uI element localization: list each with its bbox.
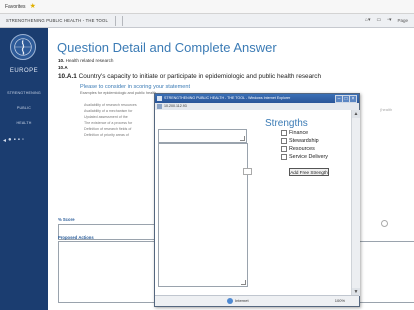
- instruction-title: Please to consider in scoring your state…: [80, 84, 191, 90]
- checkbox-resources[interactable]: Resources: [281, 146, 315, 152]
- person-icon[interactable]: ●: [8, 137, 12, 144]
- command-bar: ⌂▾ ▭ ▫▾ Page: [365, 17, 408, 23]
- instruction-subtitle: Examples for epidemiologic and public he…: [80, 91, 157, 95]
- breadcrumb-code: 10.: [58, 58, 65, 63]
- checkbox-icon[interactable]: [281, 130, 287, 136]
- list-item: Availability of research resources: [84, 103, 137, 107]
- strengths-popup-window: STRENGTHENING PUBLIC HEALTH - THE TOOL -…: [154, 93, 360, 307]
- browser-tab-title[interactable]: STRENGTHENING PUBLIC HEALTH - THE TOOL: [6, 18, 108, 23]
- scroll-up-icon[interactable]: ▲: [352, 110, 360, 118]
- zoom-level[interactable]: 100%: [335, 298, 345, 303]
- add-free-strength-button[interactable]: Add Free Strength: [289, 168, 329, 176]
- breadcrumb-code: 10.A: [58, 65, 68, 70]
- favorites-bar: Favorites ★: [0, 0, 414, 14]
- sidebar-item-public[interactable]: PUBLIC: [0, 106, 48, 110]
- right-note: (health: [380, 107, 393, 112]
- page-icon: [157, 104, 162, 109]
- list-item: Definition of research fields of: [84, 127, 132, 131]
- checkbox-icon[interactable]: [281, 138, 287, 144]
- document-icon[interactable]: ▪: [14, 137, 16, 144]
- popup-body: Strengths Finance Stewardship Resources …: [155, 110, 351, 296]
- list-item: Definition of priority areas of: [84, 133, 129, 137]
- checkbox-finance[interactable]: Finance: [281, 130, 308, 136]
- tab-separator: [115, 16, 116, 26]
- sidebar-toolbar: ◂ ● ▪ ▪ ▫: [3, 137, 45, 144]
- tab-bar: STRENGTHENING PUBLIC HEALTH - THE TOOL ⌂…: [0, 14, 414, 28]
- sidebar: EUROPE STRENGTHENING PUBLIC HEALTH ◂ ● ▪…: [0, 28, 48, 310]
- breadcrumb-text: Health related research: [65, 58, 114, 63]
- strength-input[interactable]: [158, 129, 247, 143]
- internet-zone-icon: [227, 298, 233, 304]
- list-item: The existence of a process for: [84, 121, 133, 125]
- checkbox-label: Stewardship: [289, 138, 319, 144]
- breadcrumb-level-2: 10.A: [58, 65, 68, 70]
- list-item: Availability of a mechanism for: [84, 109, 133, 113]
- info-icon[interactable]: [381, 220, 388, 227]
- feeds-icon[interactable]: ▫▾: [387, 17, 391, 23]
- checkbox-service-delivery[interactable]: Service Delivery: [281, 154, 328, 160]
- screenshot: Favorites ★ STRENGTHENING PUBLIC HEALTH …: [0, 0, 414, 310]
- question-text: 10.A.1 Country's capacity to initiate or…: [58, 73, 321, 80]
- checkbox-icon[interactable]: [281, 154, 287, 160]
- actions-label: Proposed Actions: [58, 235, 94, 240]
- resize-grip-icon[interactable]: [241, 280, 246, 285]
- popup-status-bar: Internet 100%: [155, 295, 359, 306]
- page-title: Question Detail and Complete Answer: [57, 40, 277, 55]
- print-icon[interactable]: ▭: [376, 17, 381, 23]
- small-field[interactable]: [243, 168, 252, 175]
- back-icon[interactable]: ◂: [3, 137, 6, 144]
- help-icon[interactable]: ▫: [22, 137, 24, 144]
- question-body: Country's capacity to initiate or partic…: [78, 73, 322, 80]
- question-code: 10.A.1: [58, 73, 77, 80]
- ie-icon: [157, 96, 162, 101]
- page-menu[interactable]: Page: [397, 18, 408, 23]
- sidebar-item-health[interactable]: HEALTH: [0, 121, 48, 125]
- home-icon[interactable]: ⌂▾: [365, 17, 371, 23]
- checkbox-icon[interactable]: [281, 146, 287, 152]
- checkbox-label: Finance: [289, 130, 309, 136]
- favorites-label[interactable]: Favorites: [5, 4, 26, 10]
- favorites-star-icon[interactable]: ★: [30, 3, 36, 10]
- popup-address[interactable]: 10.200.112.93: [164, 104, 187, 108]
- checkbox-label: Resources: [289, 146, 315, 152]
- close-icon[interactable]: ×: [349, 95, 357, 103]
- popup-title: STRENGTHENING PUBLIC HEALTH - THE TOOL -…: [164, 96, 291, 100]
- breadcrumb-level-1: 10. Health related research: [58, 58, 113, 63]
- org-region-label: EUROPE: [9, 68, 39, 74]
- checkbox-label: Service Delivery: [289, 154, 328, 160]
- score-label: % Score: [58, 217, 75, 222]
- sidebar-item-strengthening[interactable]: STRENGTHENING: [0, 91, 48, 95]
- checkbox-stewardship[interactable]: Stewardship: [281, 138, 319, 144]
- zone-label: Internet: [235, 298, 249, 303]
- print-icon[interactable]: ▪: [18, 137, 20, 144]
- popup-scrollbar[interactable]: ▲ ▼: [351, 110, 360, 296]
- popup-heading: Strengths: [265, 118, 308, 129]
- who-logo-icon[interactable]: [10, 34, 36, 60]
- popup-titlebar[interactable]: STRENGTHENING PUBLIC HEALTH - THE TOOL -…: [155, 94, 359, 103]
- strength-textarea[interactable]: [158, 143, 248, 287]
- list-item: Updated assessment of the: [84, 115, 128, 119]
- resize-grip-icon[interactable]: [240, 136, 245, 141]
- tab-separator: [122, 16, 123, 26]
